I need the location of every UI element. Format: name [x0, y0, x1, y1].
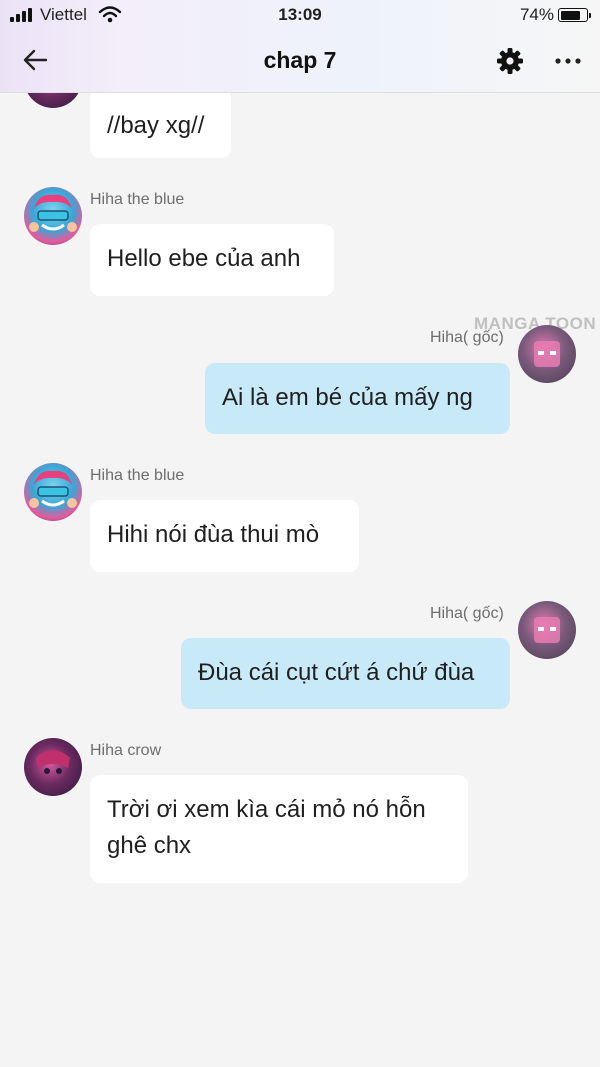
message-text: Hello ebe của anh [107, 245, 301, 272]
navigation-bar: chap 7 [0, 34, 600, 88]
message-bubble[interactable]: Trời ơi xem kìa cái mỏ nó hỗn ghê chx [90, 775, 468, 883]
avatar-art [534, 341, 560, 367]
message-bubble[interactable]: Hello ebe của anh [90, 224, 334, 296]
message-text: Hihi nói đùa thui mò [107, 521, 320, 548]
status-bar: Viettel 13:09 74% [0, 0, 600, 30]
avatar-art [534, 617, 560, 643]
message-text: //bay xg// [107, 112, 205, 139]
avatar[interactable] [24, 463, 82, 521]
avatar[interactable] [518, 601, 576, 659]
message-text: Đùa cái cụt cứt á chứ đùa [198, 659, 475, 686]
message-bubble[interactable]: Ai là em bé của mấy ng [205, 363, 510, 434]
message-bubble[interactable]: Đùa cái cụt cứt á chứ đùa [181, 638, 510, 709]
top-bar: Viettel 13:09 74% chap 7 [0, 0, 600, 93]
more-horizontal-icon [555, 58, 581, 64]
gear-icon [497, 48, 523, 74]
avatar-art [29, 470, 77, 508]
message-text: Ai là em bé của mấy ng [222, 384, 473, 411]
message-bubble[interactable]: //bay xg// [90, 88, 231, 158]
avatar[interactable] [24, 187, 82, 245]
sender-name: Hiha( gốc) [430, 605, 504, 622]
more-options-button[interactable] [552, 52, 584, 70]
avatar-art [36, 750, 70, 774]
sender-name: Hiha( gốc) [430, 329, 504, 346]
sender-name: Hiha crow [90, 742, 162, 759]
message-bubble[interactable]: Hihi nói đùa thui mò [90, 500, 359, 572]
avatar[interactable] [518, 325, 576, 383]
status-time: 13:09 [278, 5, 322, 24]
avatar[interactable] [24, 738, 82, 796]
battery-percentage: 74% [519, 5, 554, 24]
sender-name: Hiha the blue [90, 467, 185, 484]
avatar-art [29, 194, 77, 232]
message-text: Trời ơi xem kìa cái mỏ nó hỗn ghê chx [107, 796, 426, 859]
settings-button[interactable] [496, 47, 524, 75]
battery-icon [558, 8, 591, 22]
sender-name: Hiha the blue [90, 191, 185, 208]
